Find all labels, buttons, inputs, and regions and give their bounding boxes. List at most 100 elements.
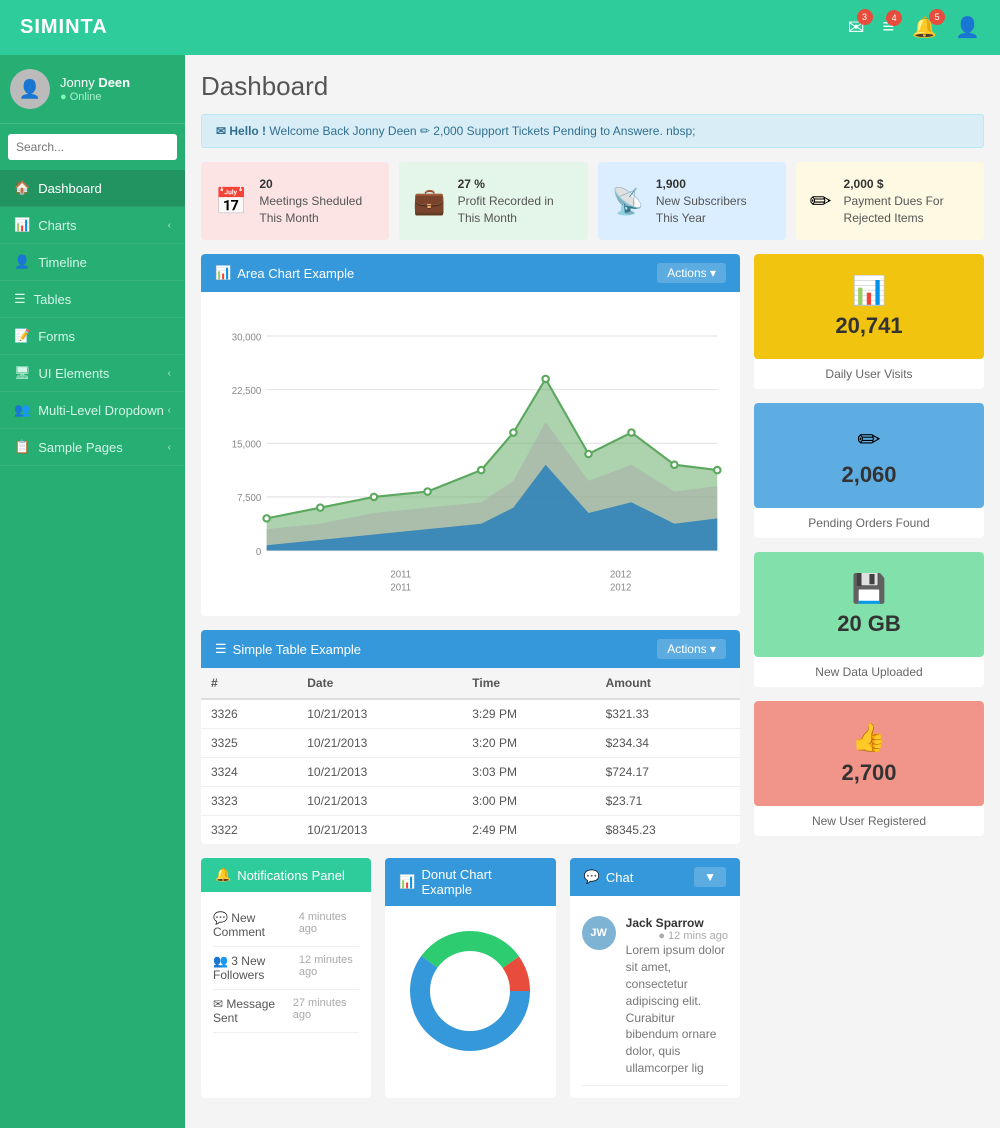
sidebar-item-ui-elements[interactable]: 🖥 UI Elements ‹ xyxy=(0,355,185,392)
sidebar-item-multi-level[interactable]: 👥 Multi-Level Dropdown ‹ xyxy=(0,392,185,429)
bottom-row: 🔔 Notifications Panel 💬 New Comment4 min… xyxy=(201,858,740,1097)
sidebar-item-timeline[interactable]: 👤 Timeline xyxy=(0,244,185,281)
svg-text:2012: 2012 xyxy=(610,583,631,594)
chat-title: Chat xyxy=(606,870,633,885)
sidebar-item-sample-pages[interactable]: 📋 Sample Pages ‹ xyxy=(0,429,185,466)
cell-id: 3322 xyxy=(201,816,297,845)
dashboard-icon: 🏠 xyxy=(14,180,30,196)
svg-text:2011: 2011 xyxy=(390,570,411,581)
calendar-icon: 📅 xyxy=(215,186,247,217)
svg-text:0: 0 xyxy=(256,547,261,558)
side-stats-column: 📊 20,741 Daily User Visits ✏ 2,060 Pendi… xyxy=(754,254,984,1097)
stat-label: New User Registered xyxy=(754,806,984,836)
sidebar-item-dashboard[interactable]: 🏠 Dashboard xyxy=(0,170,185,207)
sidebar-item-label: UI Elements xyxy=(39,366,110,381)
col-amount: Amount xyxy=(596,668,740,699)
chat-time: ● 12 mins ago xyxy=(658,930,728,942)
list-icon-btn[interactable]: ≡ 4 xyxy=(883,16,895,39)
chat-username: Jack Sparrow xyxy=(626,916,704,930)
chart-icon: 📊 xyxy=(215,265,231,281)
stat-value: 2,000 $ xyxy=(844,177,884,191)
svg-text:22,500: 22,500 xyxy=(232,386,262,397)
notif-text: ✉ Message Sent xyxy=(213,997,293,1025)
tables-icon: ☰ xyxy=(14,291,26,307)
top-stat-cards: 📅 20 Meetings Sheduled This Month 💼 27 %… xyxy=(201,162,984,240)
notif-title: Notifications Panel xyxy=(237,868,345,883)
svg-text:2012: 2012 xyxy=(610,570,631,581)
chat-collapse-button[interactable]: ▼ xyxy=(694,867,726,887)
table-row: 3322 10/21/2013 2:49 PM $8345.23 xyxy=(201,816,740,845)
bell-icon-btn[interactable]: 🔔 5 xyxy=(912,15,937,40)
main-content: Dashboard ✉ Hello ! Welcome Back Jonny D… xyxy=(185,55,1000,1128)
cell-date: 10/21/2013 xyxy=(297,787,462,816)
table-icon: ☰ xyxy=(215,641,227,657)
chart-svg: 30,000 22,500 15,000 7,500 0 2011 2012 2… xyxy=(213,304,728,604)
svg-text:7,500: 7,500 xyxy=(237,494,261,505)
stat-label: New Data Uploaded xyxy=(754,657,984,687)
sidebar-item-label: Charts xyxy=(38,218,76,233)
notif-item: 👥 3 New Followers12 minutes ago xyxy=(213,947,359,990)
stat-number: 20 GB xyxy=(768,611,970,637)
donut-body xyxy=(385,906,555,1076)
cell-time: 2:49 PM xyxy=(462,816,595,845)
stat-card-meetings: 📅 20 Meetings Sheduled This Month xyxy=(201,162,389,240)
stat-value: 20 xyxy=(259,177,272,191)
notif-item: ✉ Message Sent27 minutes ago xyxy=(213,990,359,1033)
cell-date: 10/21/2013 xyxy=(297,729,462,758)
notifications-panel: 🔔 Notifications Panel 💬 New Comment4 min… xyxy=(201,858,371,1097)
table-row: 3323 10/21/2013 3:00 PM $23.71 xyxy=(201,787,740,816)
donut-icon: 📊 xyxy=(399,874,415,890)
sidebar-item-tables[interactable]: ☰ Tables xyxy=(0,281,185,318)
chat-header: 💬 Chat ▼ xyxy=(570,858,740,896)
stat-number: 20,741 xyxy=(768,313,970,339)
stat-label: Daily User Visits xyxy=(754,359,984,389)
cell-date: 10/21/2013 xyxy=(297,816,462,845)
search-field-wrap: 🔍 xyxy=(8,134,177,160)
sidebar-item-label: Dashboard xyxy=(38,181,102,196)
chart-column: 📊 Area Chart Example Actions ▾ xyxy=(201,254,740,1097)
col-time: Time xyxy=(462,668,595,699)
nav-icons: ✉ 3 ≡ 4 🔔 5 👤 xyxy=(848,15,980,40)
cell-date: 10/21/2013 xyxy=(297,699,462,729)
table-actions-button[interactable]: Actions ▾ xyxy=(657,639,726,659)
thumbs-up-icon: 👍 xyxy=(768,721,970,754)
chat-item: JW Jack Sparrow ● 12 mins ago Lorem ipsu… xyxy=(582,908,728,1085)
cell-time: 3:20 PM xyxy=(462,729,595,758)
page-title: Dashboard xyxy=(201,71,984,102)
search-input[interactable] xyxy=(8,134,177,160)
table-panel: ☰ Simple Table Example Actions ▾ # Date xyxy=(201,630,740,844)
ui-icon: 🖥 xyxy=(14,365,31,381)
chart-body: 30,000 22,500 15,000 7,500 0 2011 2012 2… xyxy=(201,292,740,616)
sidebar-search-wrap: 🔍 xyxy=(0,124,185,170)
avatar-placeholder: 👤 xyxy=(10,69,50,109)
list-badge: 4 xyxy=(886,10,902,26)
svg-text:30,000: 30,000 xyxy=(232,333,262,344)
cell-time: 3:29 PM xyxy=(462,699,595,729)
chart-actions-button[interactable]: Actions ▾ xyxy=(657,263,726,283)
sidebar-nav: 🏠 Dashboard 📊 Charts ‹ 👤 Timeline xyxy=(0,170,185,466)
stat-card-subscribers: 📡 1,900 New Subscribers This Year xyxy=(598,162,786,240)
chat-icon: 💬 xyxy=(584,869,600,885)
sidebar-item-forms[interactable]: 📝 Forms xyxy=(0,318,185,355)
alert-bar: ✉ Hello ! Welcome Back Jonny Deen ✏ 2,00… xyxy=(201,114,984,148)
mail-icon-btn[interactable]: ✉ 3 xyxy=(848,15,865,40)
notif-icon: 🔔 xyxy=(215,867,231,883)
sidebar-item-charts[interactable]: 📊 Charts ‹ xyxy=(0,207,185,244)
sidebar-user-info: Jonny Deen Online xyxy=(60,75,130,104)
sidebar-item-label: Multi-Level Dropdown xyxy=(38,403,164,418)
sidebar-user: 👤 Jonny Deen Online xyxy=(0,55,185,124)
chevron-icon: ‹ xyxy=(168,405,171,416)
notif-item: 💬 New Comment4 minutes ago xyxy=(213,904,359,947)
bell-badge: 5 xyxy=(929,9,945,25)
user-icon-btn[interactable]: 👤 xyxy=(955,15,980,40)
side-stat-visits: 📊 20,741 Daily User Visits xyxy=(754,254,984,389)
donut-title: Donut Chart Example xyxy=(422,867,542,897)
save-icon: 💾 xyxy=(768,572,970,605)
payment-icon: ✏ xyxy=(810,186,832,217)
chat-panel: 💬 Chat ▼ JW Jack Sparrow xyxy=(570,858,740,1097)
cell-amount: $8345.23 xyxy=(596,816,740,845)
stat-number: 2,060 xyxy=(768,462,970,488)
col-id: # xyxy=(201,668,297,699)
table-body: # Date Time Amount 3326 10/21/2013 3:29 … xyxy=(201,668,740,844)
stat-value: 27 % xyxy=(458,177,485,191)
